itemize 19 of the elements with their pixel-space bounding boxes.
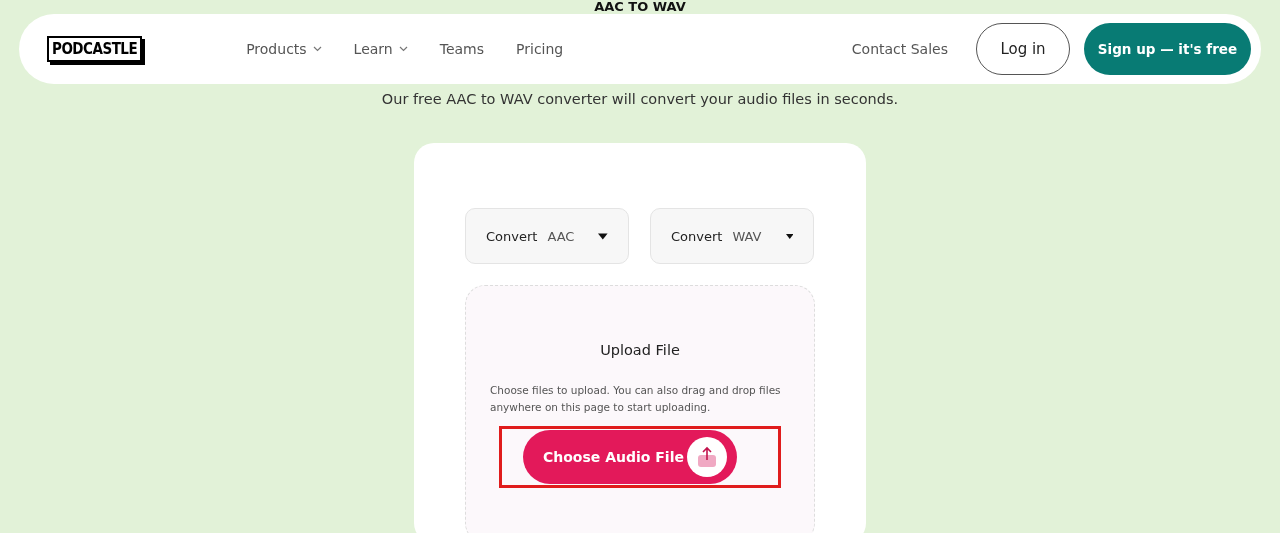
- upload-description: Choose files to upload. You can also drag and drop files anywhere on this page to start uploading.: [490, 383, 782, 415]
- choose-file-button[interactable]: Choose Audio File: [523, 430, 737, 484]
- contact-sales-link[interactable]: Contact Sales: [851, 41, 948, 57]
- nav-link[interactable]: Learn: [353, 41, 408, 57]
- dropdown-triangle-icon: [598, 232, 608, 240]
- login-button[interactable]: Log in: [976, 23, 1070, 75]
- page-heading: AAC TO WAV: [594, 0, 686, 13]
- nav-link[interactable]: Products: [246, 41, 322, 57]
- signup-button[interactable]: Sign up — it's free: [1084, 23, 1251, 75]
- format-select[interactable]: Convert WAV: [650, 208, 814, 264]
- dropdown-triangle-icon: [785, 232, 793, 240]
- nav-link[interactable]: Teams: [439, 41, 485, 57]
- upload-area[interactable]: Upload File Choose files to upload. You can also drag and drop files anywhere on this page to start uploading. Choose Audio File: [465, 285, 815, 533]
- upload-title: Upload File: [600, 342, 680, 358]
- subtitle: Our free AAC to WAV converter will convert your audio files in seconds.: [381, 91, 899, 107]
- format-select[interactable]: Convert AAC: [465, 208, 629, 264]
- logo[interactable]: PODCASTLE: [47, 36, 143, 62]
- upload-icon: [697, 446, 717, 468]
- nav-link[interactable]: Pricing: [516, 41, 564, 57]
